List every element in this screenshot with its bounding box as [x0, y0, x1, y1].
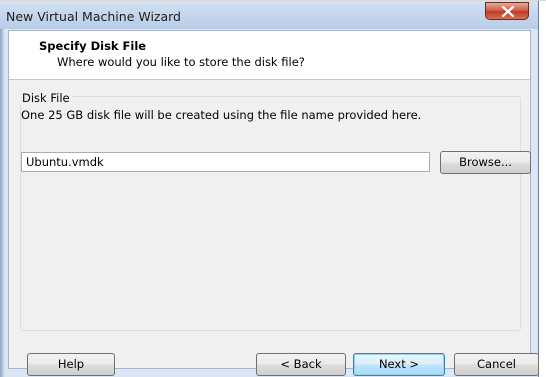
cancel-button[interactable]: Cancel — [454, 353, 539, 376]
disk-file-groupbox — [20, 96, 521, 331]
disk-file-description: One 25 GB disk file will be created usin… — [21, 108, 422, 122]
back-button[interactable]: < Back — [256, 353, 346, 376]
wizard-window: New Virtual Machine Wizard Specify Disk … — [0, 1, 539, 377]
browse-button[interactable]: Browse... — [440, 151, 531, 174]
disk-file-name-input[interactable] — [21, 152, 430, 172]
title-bar[interactable]: New Virtual Machine Wizard — [0, 1, 538, 29]
page-title: Specify Disk File — [39, 39, 147, 53]
help-button[interactable]: Help — [27, 353, 115, 376]
wizard-header: Specify Disk File Where would you like t… — [9, 31, 530, 80]
wizard-client-area: Specify Disk File Where would you like t… — [8, 30, 539, 376]
disk-file-group-label: Disk File — [20, 91, 72, 105]
window-title: New Virtual Machine Wizard — [6, 9, 181, 24]
page-subtitle: Where would you like to store the disk f… — [57, 55, 305, 69]
close-button[interactable] — [485, 2, 529, 20]
next-button[interactable]: Next > — [353, 353, 445, 376]
close-x-icon — [501, 6, 515, 17]
